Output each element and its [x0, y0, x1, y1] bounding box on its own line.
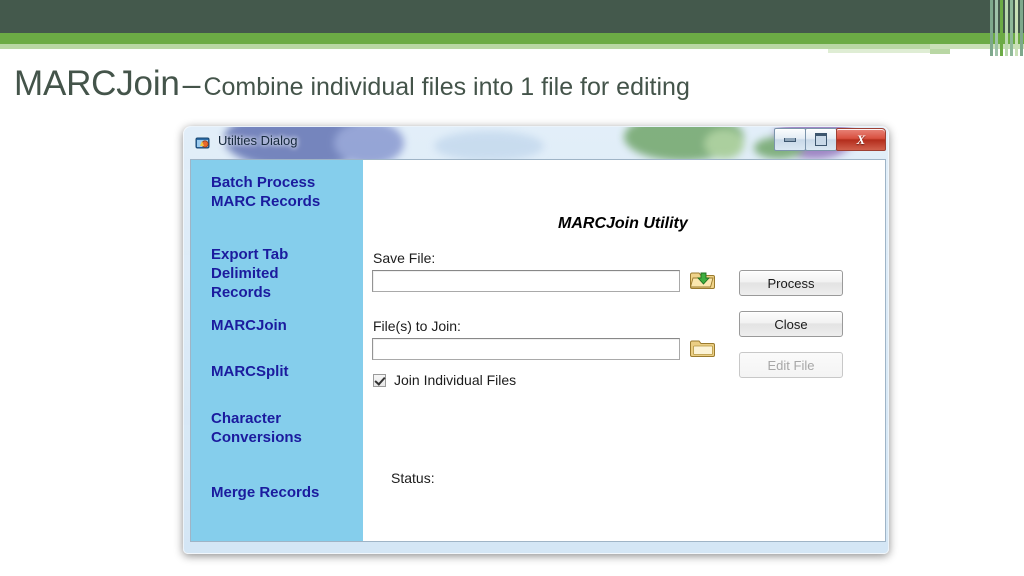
- app-window-icon: [195, 135, 211, 151]
- window-title-text: Utilties Dialog: [218, 133, 298, 148]
- window-glass-frame: Utilties Dialog X Batch Process MARC Rec…: [183, 126, 889, 554]
- status-label: Status:: [391, 470, 435, 486]
- utilities-dialog-window: Utilties Dialog X Batch Process MARC Rec…: [183, 126, 889, 554]
- header-dark-band: [0, 0, 1024, 33]
- header-tint-band-1: [0, 44, 930, 49]
- join-individual-files-label: Join Individual Files: [394, 372, 517, 388]
- page-title-subtitle: Combine individual files into 1 file for…: [203, 73, 690, 101]
- close-icon: X: [856, 132, 866, 147]
- header-green-band: [0, 33, 1024, 44]
- minimize-button[interactable]: [774, 128, 806, 151]
- main-pane: MARCJoin Utility Save File: File(s) to J…: [363, 160, 885, 541]
- sidebar-item-marcsplit[interactable]: MARCSplit: [211, 363, 289, 382]
- header-tint-band-3: [930, 49, 950, 54]
- window-titlebar[interactable]: Utilties Dialog X: [184, 127, 888, 159]
- maximize-icon: [815, 133, 827, 146]
- files-to-join-label: File(s) to Join:: [373, 318, 461, 334]
- process-button[interactable]: Process: [739, 270, 843, 296]
- close-button[interactable]: Close: [739, 311, 843, 337]
- page-title: MARCJoin– Combine individual files into 1…: [14, 64, 690, 104]
- header-tint-band-4: [828, 49, 930, 53]
- dialog-client-area: Batch Process MARC Records Export Tab De…: [190, 159, 886, 542]
- utility-heading: MARCJoin Utility: [558, 215, 688, 232]
- page-title-dash: –: [182, 66, 201, 102]
- sidebar-item-marcjoin[interactable]: MARCJoin: [211, 317, 287, 336]
- folder-save-icon[interactable]: [690, 268, 716, 292]
- close-button-titlebar[interactable]: X: [836, 128, 886, 151]
- slide-header-decoration: [0, 0, 1024, 60]
- save-file-label: Save File:: [373, 250, 436, 266]
- navigation-sidebar: Batch Process MARC Records Export Tab De…: [191, 160, 363, 541]
- sidebar-item-character-conversions[interactable]: Character Conversions: [211, 410, 302, 448]
- folder-open-icon[interactable]: [690, 336, 716, 360]
- page-title-main: MARCJoin: [14, 64, 180, 103]
- files-to-join-input[interactable]: [372, 338, 680, 360]
- window-controls: X: [774, 128, 886, 151]
- minimize-icon: [784, 137, 796, 142]
- maximize-button[interactable]: [805, 128, 837, 151]
- sidebar-item-export-tab-delimited-records[interactable]: Export Tab Delimited Records: [211, 246, 288, 302]
- header-vertical-stripes: [988, 0, 1024, 56]
- sidebar-item-batch-process-marc-records[interactable]: Batch Process MARC Records: [211, 174, 320, 212]
- save-file-input[interactable]: [372, 270, 680, 292]
- edit-file-button: Edit File: [739, 352, 843, 378]
- join-individual-files-row[interactable]: Join Individual Files: [373, 372, 516, 388]
- sidebar-item-merge-records[interactable]: Merge Records: [211, 484, 319, 503]
- join-individual-files-checkbox[interactable]: [373, 373, 386, 387]
